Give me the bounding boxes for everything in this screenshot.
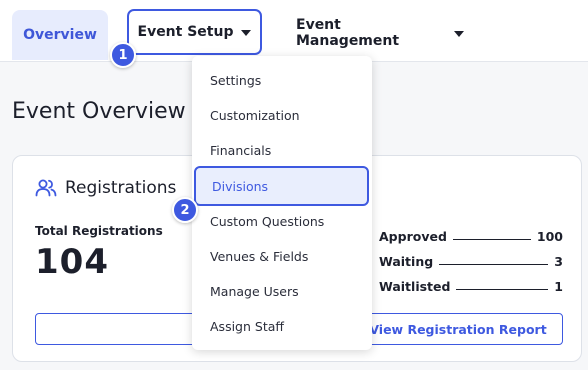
stat-leader-line [452,239,531,240]
top-navigation: Overview Event Setup Event Management [0,0,588,62]
total-registrations-value: 104 [35,242,109,282]
view-registration-report-button[interactable]: View Registration Report [353,313,563,345]
menu-item-label: Custom Questions [210,213,325,229]
menu-item-divisions[interactable]: Divisions [194,166,369,206]
menu-item-label: Customization [210,107,300,123]
menu-item-financials[interactable]: Financials [210,140,271,160]
menu-item-label: Assign Staff [210,318,284,334]
event-setup-dropdown: Settings Customization Financials Divisi… [192,56,372,350]
registrations-action-button[interactable] [35,313,215,345]
caret-down-icon [241,30,252,36]
tab-overview-label: Overview [23,27,97,43]
menu-item-assign-staff[interactable]: Assign Staff [210,316,284,336]
menu-item-manage-users[interactable]: Manage Users [210,281,299,301]
stat-value: 100 [536,229,563,244]
stat-value: 1 [554,279,563,294]
stat-label: Waiting [379,254,434,269]
users-icon [35,179,57,197]
view-registration-report-label: View Registration Report [369,321,547,337]
stat-row-waitlisted: Waitlisted 1 [379,276,563,294]
stat-row-approved: Approved 100 [379,226,563,244]
tab-event-setup-label: Event Setup [137,24,234,40]
page-title: Event Overview [12,99,186,124]
menu-item-label: Financials [210,142,272,158]
registrations-header: Registrations [35,178,176,198]
tab-event-management-label: Event Management [296,17,400,49]
stat-label: Approved [379,229,447,244]
stat-leader-line [439,264,549,265]
tab-overview[interactable]: Overview [12,10,108,60]
step-badge-2: 2 [172,197,198,223]
step-badge-1-number: 1 [118,47,128,63]
stat-row-waiting: Waiting 3 [379,251,563,269]
registrations-title: Registrations [65,178,177,198]
step-badge-1: 1 [110,42,136,68]
total-registrations-label: Total Registrations [35,224,163,238]
menu-item-label: Manage Users [210,283,299,299]
caret-down-icon [454,31,464,37]
menu-item-custom-questions[interactable]: Custom Questions [210,211,324,231]
tab-event-management[interactable]: Event Management [296,11,464,55]
stat-label: Waitlisted [379,279,451,294]
menu-item-label: Divisions [212,178,269,194]
menu-item-venues-fields[interactable]: Venues & Fields [210,246,308,266]
tab-event-setup[interactable]: Event Setup [127,9,262,55]
stat-value: 3 [554,254,563,269]
menu-item-settings[interactable]: Settings [210,70,261,90]
step-badge-2-number: 2 [180,202,190,218]
menu-item-customization[interactable]: Customization [210,105,300,125]
menu-item-label: Settings [210,72,262,88]
stat-leader-line [456,289,549,290]
menu-item-label: Venues & Fields [210,248,309,264]
